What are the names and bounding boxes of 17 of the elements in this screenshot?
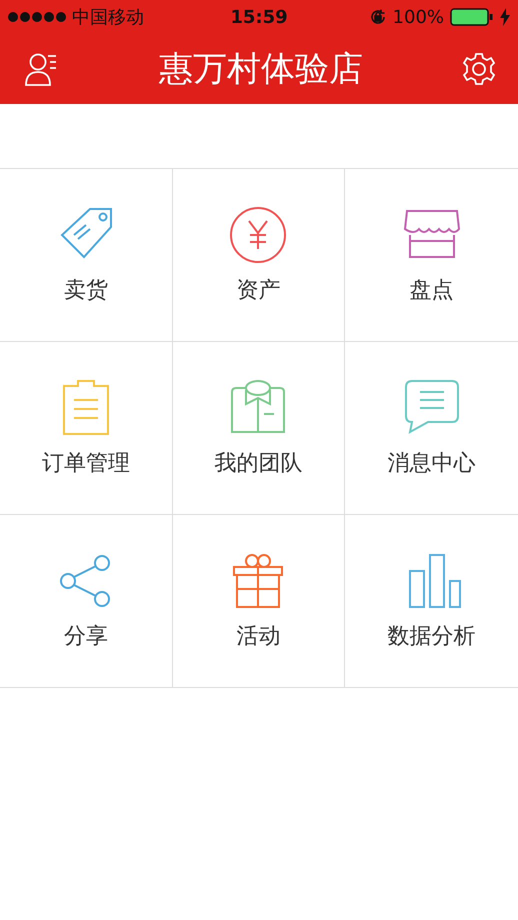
store-title: 惠万村体验店 xyxy=(159,48,363,91)
rotation-lock-icon xyxy=(368,8,387,26)
menu-tile[interactable]: 我的团队 xyxy=(172,342,346,515)
menu-tile[interactable]: 卖货 xyxy=(0,169,173,342)
carrier-name: 中国移动 xyxy=(72,6,144,29)
settings-button[interactable] xyxy=(462,52,496,86)
status-time: 15:59 xyxy=(230,6,288,28)
signal-icon xyxy=(8,12,66,22)
charging-icon xyxy=(500,8,510,26)
battery-icon xyxy=(450,8,494,26)
yen-icon xyxy=(228,205,288,265)
menu-tile[interactable]: 分享 xyxy=(0,515,173,688)
menu-tile[interactable]: 活动 xyxy=(172,515,346,688)
settings-icon xyxy=(462,52,496,86)
menu-tile[interactable]: 资产 xyxy=(172,169,346,342)
battery-percent: 100% xyxy=(392,6,444,28)
menu-tile[interactable]: 订单管理 xyxy=(0,342,173,515)
